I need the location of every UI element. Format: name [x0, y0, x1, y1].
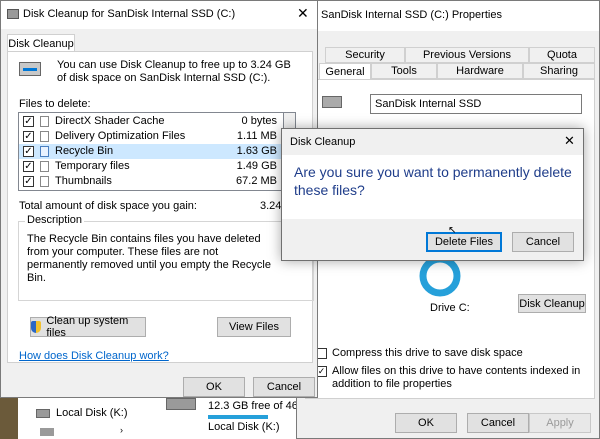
- help-link[interactable]: How does Disk Cleanup work?: [19, 350, 169, 362]
- confirm-title: Disk Cleanup: [290, 136, 356, 148]
- file-checkbox[interactable]: ✓: [23, 131, 34, 142]
- file-icon: [40, 161, 49, 172]
- properties-title-bar: SanDisk Internal SSD (C:) Properties: [297, 1, 599, 31]
- file-name: Thumbnails: [55, 175, 112, 187]
- list-item-selected[interactable]: ✓ Recycle Bin 1.63 GB: [19, 144, 283, 159]
- compress-label: Compress this drive to save disk space: [332, 347, 523, 359]
- disk-cleanup-app-icon: [7, 9, 19, 19]
- drive-icon: [322, 96, 342, 108]
- mouse-cursor-icon: ↖: [448, 225, 457, 236]
- disk-cleanup-window: Disk Cleanup for SanDisk Internal SSD (C…: [0, 0, 318, 398]
- drive-name-input[interactable]: SanDisk Internal SSD: [370, 94, 582, 114]
- list-item[interactable]: ✓ Temporary files 1.49 GB: [19, 159, 283, 174]
- file-size: 1.49 GB: [236, 160, 277, 172]
- used-space-ring: [419, 255, 461, 297]
- drive-k-label[interactable]: Local Disk (K:): [56, 407, 128, 419]
- properties-title: SanDisk Internal SSD (C:) Properties: [321, 9, 502, 21]
- list-item[interactable]: ✓ DirectX Shader Cache 0 bytes: [19, 114, 283, 129]
- drive-icon: [36, 409, 50, 418]
- confirm-message: Are you sure you want to permanently del…: [294, 164, 572, 198]
- confirm-cancel-button[interactable]: Cancel: [512, 232, 574, 252]
- shield-icon: [31, 321, 42, 333]
- properties-cancel-button[interactable]: Cancel: [467, 413, 529, 433]
- tab-tools[interactable]: Tools: [371, 63, 437, 79]
- confirm-body: Are you sure you want to permanently del…: [282, 155, 583, 219]
- cleanup-ok-button[interactable]: OK: [183, 377, 245, 397]
- drive-icon-large: [166, 398, 196, 410]
- total-gain-value: 3.24: [260, 200, 282, 212]
- file-size: 1.63 GB: [236, 145, 277, 157]
- drive-icon-2: [40, 428, 54, 436]
- chevron-right-icon[interactable]: ›: [120, 425, 123, 435]
- cleanup-title: Disk Cleanup for SanDisk Internal SSD (C…: [23, 8, 236, 20]
- tab-quota[interactable]: Quota: [529, 47, 595, 63]
- drive-label: Drive C:: [430, 302, 470, 314]
- file-icon: [40, 116, 49, 127]
- files-list[interactable]: ✓ DirectX Shader Cache 0 bytes ✓ Deliver…: [18, 112, 284, 191]
- file-checkbox[interactable]: ✓: [23, 161, 34, 172]
- file-name: Recycle Bin: [55, 145, 114, 157]
- tab-security[interactable]: Security: [325, 47, 405, 63]
- description-text: The Recycle Bin contains files you have …: [27, 233, 271, 284]
- file-icon: [40, 176, 49, 187]
- file-size: 67.2 MB: [236, 175, 277, 187]
- file-name: Delivery Optimization Files: [55, 130, 186, 142]
- disk-cleanup-button[interactable]: Disk Cleanup: [518, 294, 586, 313]
- tab-general[interactable]: General: [319, 63, 371, 80]
- close-icon[interactable]: ✕: [297, 5, 309, 22]
- index-label: Allow files on this drive to have conten…: [332, 365, 581, 390]
- recycle-bin-icon: [40, 146, 49, 157]
- file-size: 1.11 MB: [236, 130, 277, 142]
- usage-bar: [208, 415, 268, 419]
- tab-previous-versions[interactable]: Previous Versions: [405, 47, 529, 63]
- tab-disk-cleanup[interactable]: Disk Cleanup: [7, 34, 75, 52]
- list-item[interactable]: ✓ Thumbnails 67.2 MB: [19, 174, 283, 189]
- clean-up-system-files-button[interactable]: Clean up system files: [30, 315, 146, 339]
- cleanup-cancel-button[interactable]: Cancel: [253, 377, 315, 397]
- close-icon[interactable]: ✕: [564, 133, 575, 149]
- tab-sharing[interactable]: Sharing: [523, 63, 595, 79]
- file-icon: [40, 131, 49, 142]
- file-checkbox[interactable]: ✓: [23, 146, 34, 157]
- file-checkbox[interactable]: ✓: [23, 116, 34, 127]
- file-name: DirectX Shader Cache: [55, 115, 165, 127]
- total-gain-label: Total amount of disk space you gain:: [19, 200, 197, 212]
- cleanup-title-bar: Disk Cleanup for SanDisk Internal SSD (C…: [1, 1, 317, 29]
- disk-cleanup-icon-accent: [23, 68, 37, 71]
- description-label: Description: [25, 214, 85, 226]
- local-disk-label[interactable]: Local Disk (K:): [208, 421, 280, 433]
- files-to-delete-label: Files to delete:: [19, 98, 91, 110]
- file-name: Temporary files: [55, 160, 130, 172]
- tab-hardware[interactable]: Hardware: [437, 63, 523, 79]
- cleanup-intro-text: You can use Disk Cleanup to free up to 3…: [57, 59, 291, 84]
- free-space-text: 12.3 GB free of 465: [208, 400, 305, 412]
- file-checkbox[interactable]: ✓: [23, 176, 34, 187]
- confirm-delete-dialog: Disk Cleanup ✕ Are you sure you want to …: [281, 128, 584, 261]
- delete-files-button[interactable]: Delete Files: [426, 232, 502, 252]
- list-item[interactable]: ✓ Delivery Optimization Files 1.11 MB: [19, 129, 283, 144]
- properties-ok-button[interactable]: OK: [395, 413, 457, 433]
- view-files-button[interactable]: View Files: [217, 317, 291, 337]
- properties-apply-button[interactable]: Apply: [529, 413, 591, 433]
- desktop-strip: [0, 395, 18, 439]
- clean-up-system-files-label: Clean up system files: [46, 315, 129, 339]
- file-size: 0 bytes: [241, 115, 277, 127]
